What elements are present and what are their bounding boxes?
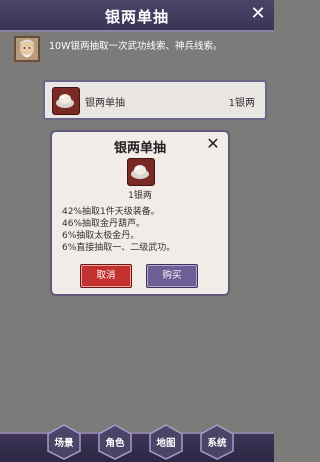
item-quantity-label: 1银两 (128, 191, 152, 201)
nav-map-button[interactable]: 地图 (148, 424, 184, 460)
nav-label: 场景 (54, 438, 74, 449)
nav-label: 系统 (207, 438, 227, 449)
nav-scene-button[interactable]: 场景 (46, 424, 82, 460)
nav-system-button[interactable]: 系统 (199, 424, 235, 460)
item-name: 银两单抽 (85, 98, 125, 109)
cancel-button[interactable]: 取消 (80, 264, 132, 288)
odds-line: 6%直接抽取一、二级武功。 (62, 243, 176, 253)
odds-line: 6%抽取太极金丹。 (62, 231, 140, 241)
silver-ingot-icon (52, 87, 80, 115)
nav-label: 角色 (105, 438, 125, 449)
odds-line: 42%抽取1件天级装备。 (62, 207, 160, 217)
nav-label: 地图 (156, 438, 176, 449)
npc-description: 10W银两抽取一次武功线索、神兵线索。 (14, 36, 264, 64)
close-icon[interactable]: ✕ (248, 4, 268, 24)
dialog-title: 银两单抽 (113, 141, 166, 156)
item-price: 1银两 (228, 98, 255, 109)
odds-line: 46%抽取金丹葫芦。 (62, 219, 146, 229)
odds-list: 42%抽取1件天级装备。 46%抽取金丹葫芦。 6%抽取太极金丹。 6%直接抽取… (62, 206, 175, 254)
buy-button[interactable]: 购买 (146, 264, 198, 288)
silver-ingot-icon (127, 158, 155, 186)
npc-text: 10W银两抽取一次武功线索、神兵线索。 (49, 41, 223, 52)
old-man-avatar-icon (14, 36, 40, 62)
header-bar: 银两单抽 ✕ (0, 0, 274, 32)
nav-character-button[interactable]: 角色 (97, 424, 133, 460)
close-icon[interactable]: ✕ (204, 135, 222, 153)
item-card-silver-single-draw[interactable]: 银两单抽 1银两 (43, 80, 267, 120)
purchase-dialog: 银两单抽 ✕ 1银两 42%抽取1件天级装备。 46%抽取金丹葫芦。 6%抽取太… (50, 130, 230, 296)
page-title: 银两单抽 (104, 8, 169, 26)
